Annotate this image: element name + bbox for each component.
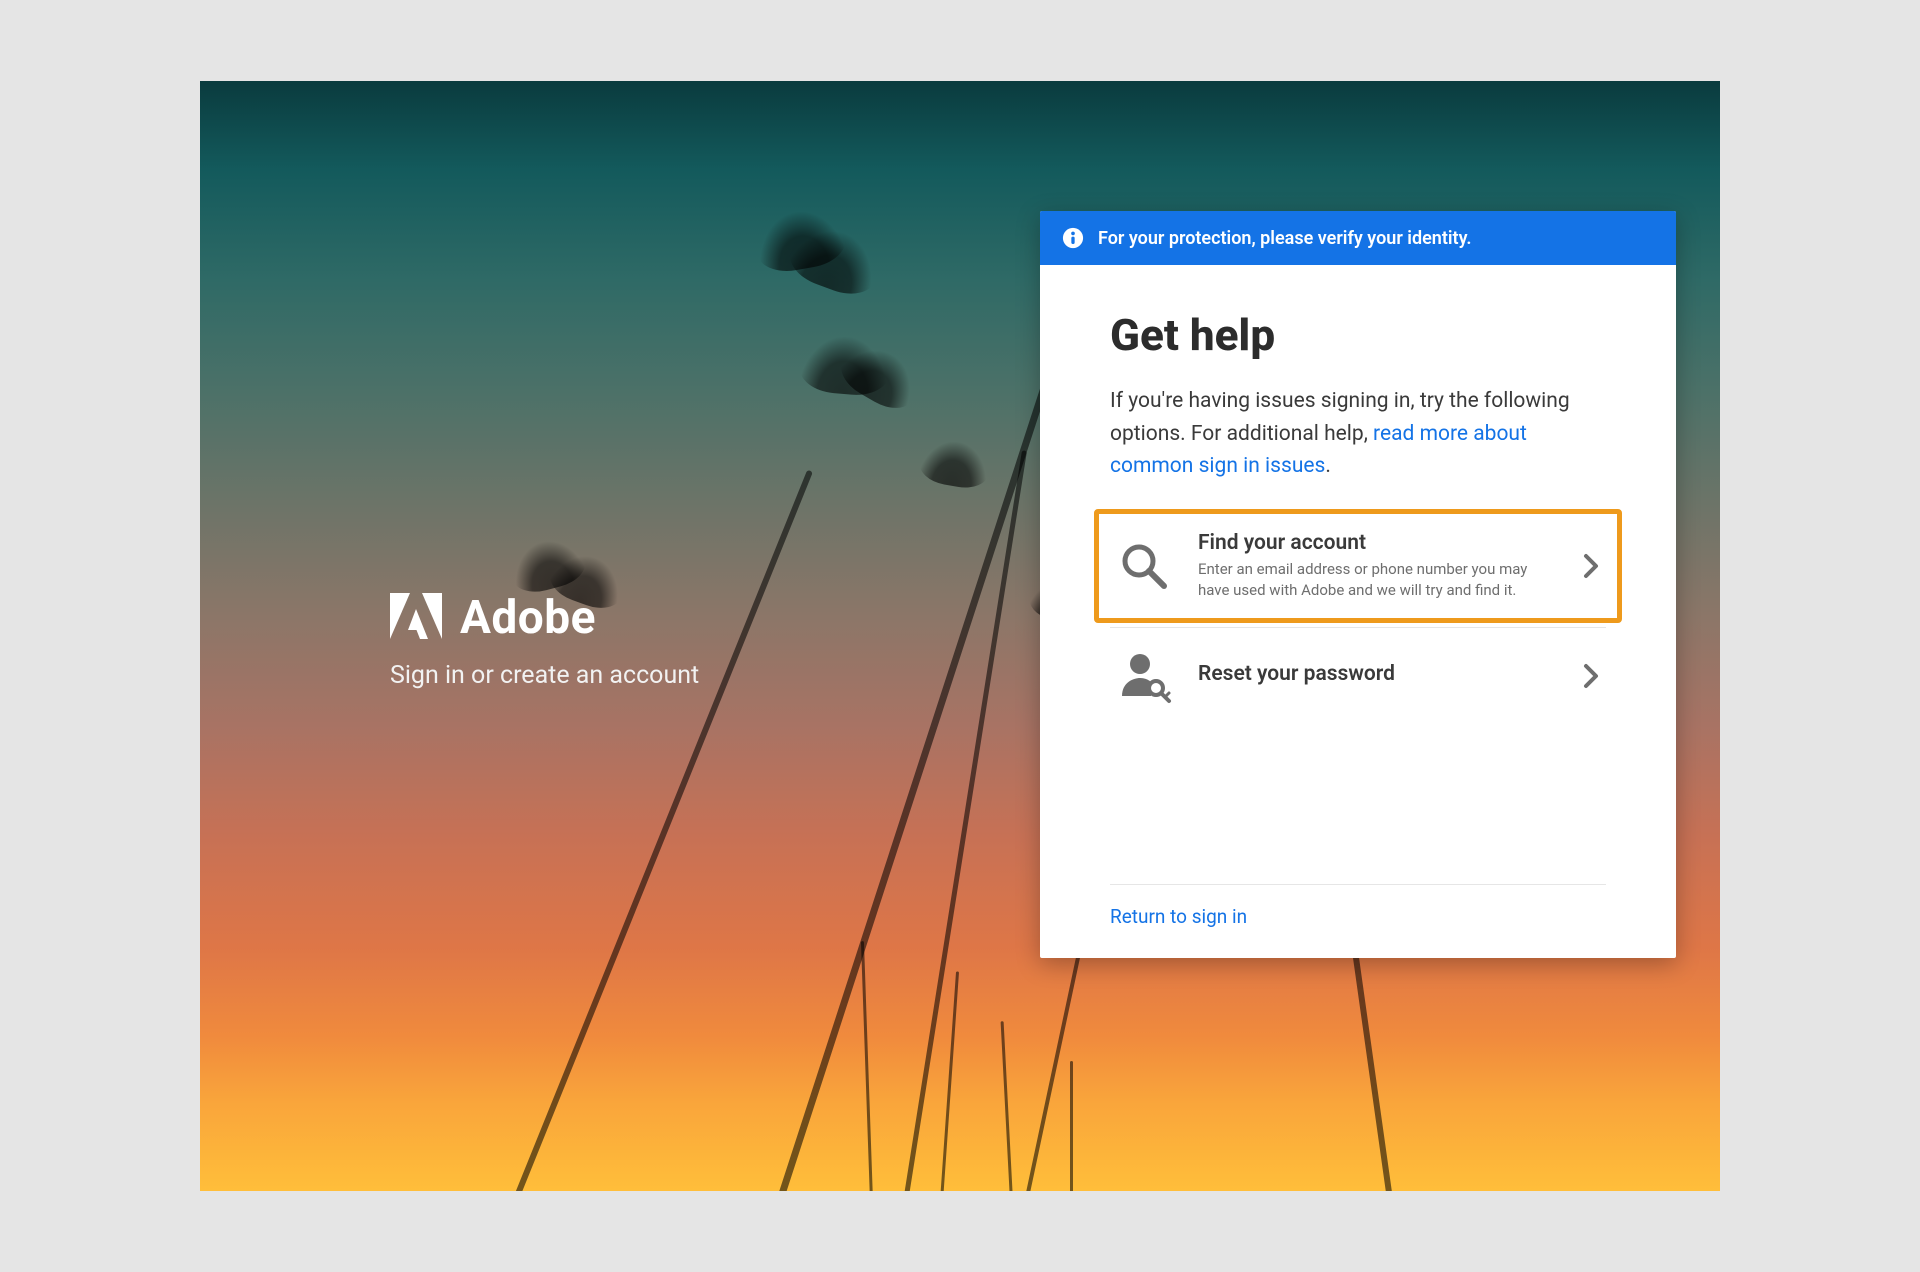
brand-subtitle: Sign in or create an account bbox=[390, 661, 699, 690]
decorative-frond bbox=[917, 435, 994, 491]
reset-password-title: Reset your password bbox=[1198, 662, 1556, 686]
decorative-palm bbox=[1070, 1061, 1073, 1191]
chevron-right-icon bbox=[1582, 662, 1600, 690]
decorative-palm bbox=[940, 971, 959, 1191]
decorative-palm bbox=[1001, 1021, 1013, 1191]
user-key-icon bbox=[1116, 648, 1172, 704]
panel-footer: Return to sign in bbox=[1110, 884, 1606, 928]
decorative-palm bbox=[760, 337, 1063, 1191]
identity-banner: For your protection, please verify your … bbox=[1040, 211, 1676, 265]
help-panel: For your protection, please verify your … bbox=[1040, 211, 1676, 958]
chevron-right-icon bbox=[1582, 552, 1600, 580]
find-account-subtitle: Enter an email address or phone number y… bbox=[1198, 559, 1556, 601]
panel-title: Get help bbox=[1110, 309, 1606, 361]
info-icon bbox=[1062, 227, 1084, 249]
decorative-palm bbox=[900, 450, 1027, 1191]
panel-desc-after: . bbox=[1325, 454, 1331, 478]
find-account-title: Find your account bbox=[1198, 531, 1556, 555]
adobe-logo-icon bbox=[390, 593, 442, 643]
background-stage: Adobe Sign in or create an account For y… bbox=[200, 81, 1720, 1191]
reset-password-option[interactable]: Reset your password bbox=[1110, 627, 1606, 724]
decorative-palm bbox=[861, 941, 873, 1191]
panel-description: If you're having issues signing in, try … bbox=[1110, 385, 1606, 483]
brand-name: Adobe bbox=[460, 591, 596, 645]
search-icon bbox=[1116, 538, 1172, 594]
banner-text: For your protection, please verify your … bbox=[1098, 228, 1471, 249]
find-account-option[interactable]: Find your account Enter an email address… bbox=[1096, 511, 1620, 621]
return-to-sign-in-link[interactable]: Return to sign in bbox=[1110, 905, 1247, 928]
brand-block: Adobe Sign in or create an account bbox=[390, 591, 699, 690]
